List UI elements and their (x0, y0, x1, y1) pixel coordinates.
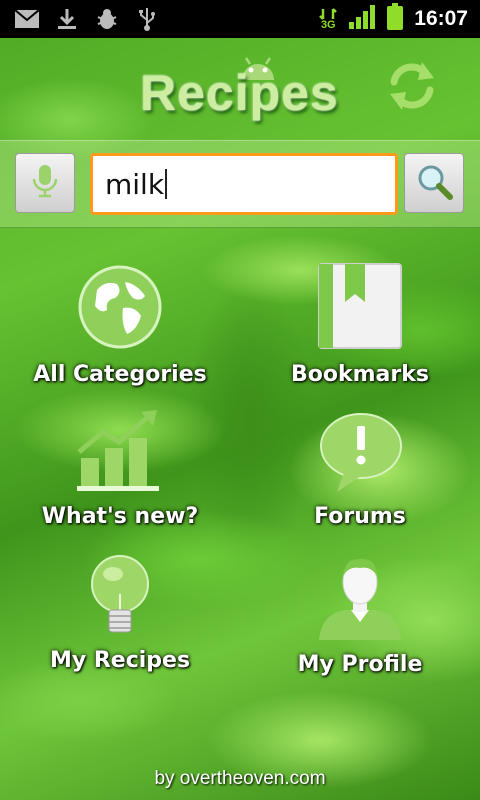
menu-label: All Categories (33, 362, 207, 387)
gmail-icon (14, 6, 40, 32)
menu-label: Bookmarks (291, 362, 429, 387)
sync-button[interactable] (384, 58, 440, 114)
lightbulb-icon (10, 554, 230, 642)
menu-label: What's new? (41, 504, 199, 529)
menu-label: Forums (314, 504, 406, 529)
search-bar: milk (0, 140, 480, 228)
status-bar: 3G 16:07 (0, 0, 480, 38)
menu-bookmarks[interactable]: Bookmarks (250, 262, 470, 387)
menu-whats-new[interactable]: What's new? (10, 408, 230, 529)
download-icon (54, 6, 80, 32)
signal-icon (348, 4, 376, 34)
network-label: 3G (320, 18, 336, 31)
debug-icon (94, 6, 120, 32)
battery-icon (386, 3, 404, 35)
usb-icon (134, 6, 160, 32)
app-header: Recipes (0, 38, 480, 138)
network-3g-icon: 3G (318, 7, 338, 31)
search-input[interactable]: milk (90, 153, 398, 215)
menu-my-recipes[interactable]: My Recipes (10, 554, 230, 673)
speech-bubble-icon (250, 408, 470, 498)
chart-icon (10, 408, 230, 498)
microphone-icon (30, 163, 60, 203)
app-title: Recipes (140, 65, 339, 121)
search-input-value: milk (105, 167, 165, 201)
menu-label: My Recipes (49, 648, 191, 673)
person-icon (250, 554, 470, 646)
footer-credit[interactable]: by overtheoven.com (0, 768, 480, 790)
menu-label: My Profile (297, 652, 423, 677)
text-caret (165, 169, 168, 199)
globe-icon (10, 262, 230, 356)
bookmark-icon (250, 262, 470, 356)
voice-search-button[interactable] (15, 153, 75, 213)
sync-icon (384, 62, 440, 118)
menu-all-categories[interactable]: All Categories (10, 262, 230, 387)
search-button[interactable] (404, 153, 464, 213)
menu-forums[interactable]: Forums (250, 408, 470, 529)
clock: 16:07 (414, 7, 468, 30)
magnifier-icon (414, 161, 454, 205)
menu-my-profile[interactable]: My Profile (250, 554, 470, 677)
